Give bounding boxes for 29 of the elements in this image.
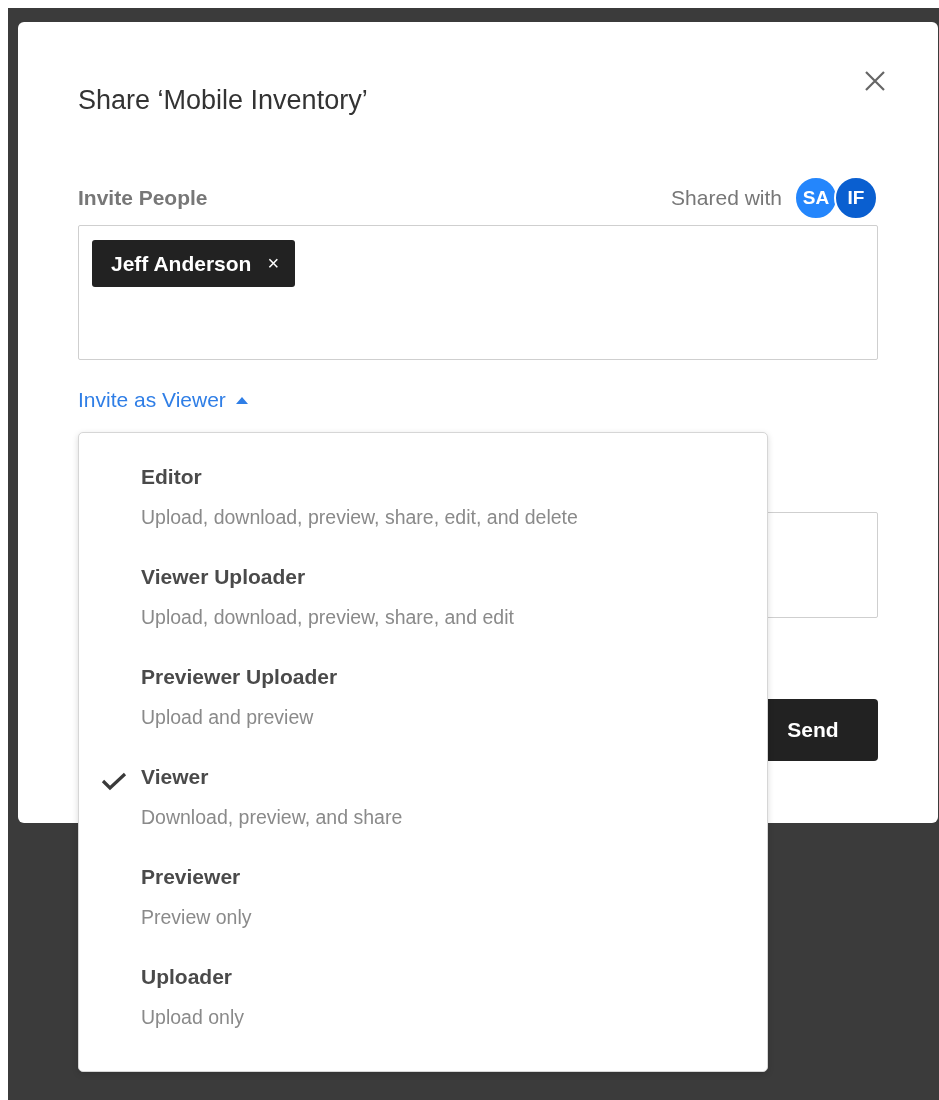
role-title: Viewer [141,765,209,789]
role-title: Previewer [141,865,241,889]
role-description: Preview only [141,905,252,929]
invite-field[interactable]: Jeff Anderson × [78,225,878,360]
user-avatar[interactable]: SA [794,176,838,220]
role-option[interactable]: Editor Upload, download, preview, share, edit, and delete [79,465,767,565]
role-option[interactable]: Uploader Upload only [79,965,767,1065]
role-title: Editor [141,465,202,489]
shared-with-label: Shared with [671,186,782,210]
role-dropdown-link[interactable]: Invite as Viewer [78,388,248,412]
role-description: Upload only [141,1005,244,1029]
dialog-title: Share ‘Mobile Inventory’ [78,84,368,116]
user-avatar[interactable]: IF [834,176,878,220]
recipient-name: Jeff Anderson [111,251,252,276]
role-title: Uploader [141,965,232,989]
role-description: Upload, download, preview, share, edit, and delete [141,505,578,529]
close-icon [864,70,886,92]
role-title: Viewer Uploader [141,565,306,589]
role-option[interactable]: Viewer Download, preview, and share [79,765,767,865]
checkmark-icon [101,771,127,791]
remove-button[interactable]: × [267,252,280,275]
role-description: Upload, download, preview, share, and edit [141,605,514,629]
role-title: Previewer Uploader [141,665,338,689]
role-option[interactable]: Previewer Preview only [79,865,767,965]
field-label: Invite People [78,186,208,210]
role-description: Download, preview, and share [141,805,403,829]
role-option[interactable]: Viewer Uploader Upload, download, preview, share, and edit [79,565,767,665]
role-description: Upload and preview [141,705,314,729]
caret-up-icon [235,396,248,404]
